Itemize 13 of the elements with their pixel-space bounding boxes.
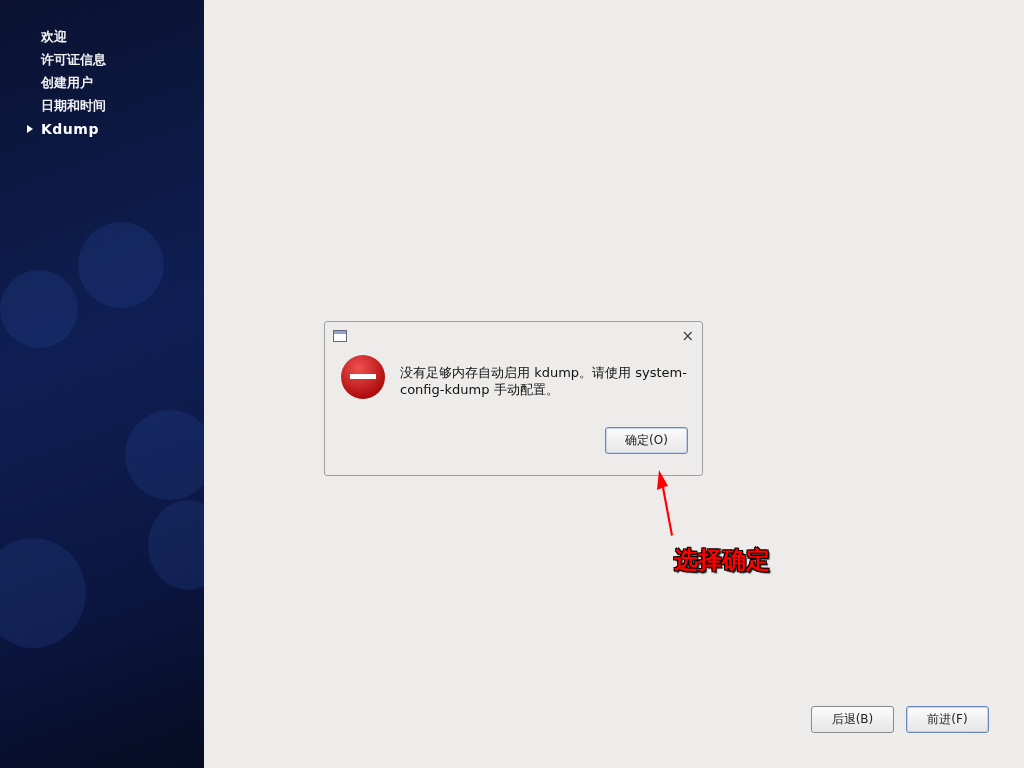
close-button[interactable]: × bbox=[681, 328, 694, 344]
error-message: 没有足够内存自动启用 kdump。请使用 system-config-kdump 手动配置。 bbox=[400, 364, 688, 399]
error-icon bbox=[340, 354, 386, 400]
step-label: Kdump bbox=[41, 120, 99, 137]
nav-button[interactable]: 后退(B) bbox=[811, 706, 894, 733]
ok-button[interactable]: 确定(O) bbox=[605, 427, 688, 454]
step-label: 许可证信息 bbox=[41, 50, 106, 69]
step-label: 欢迎 bbox=[41, 27, 67, 46]
step-label: 创建用户 bbox=[41, 73, 93, 92]
annotation-text: 选择确定 bbox=[674, 545, 770, 576]
nav-button[interactable]: 前进(F) bbox=[906, 706, 989, 733]
window-icon bbox=[333, 330, 347, 342]
step-label: 日期和时间 bbox=[41, 96, 106, 115]
